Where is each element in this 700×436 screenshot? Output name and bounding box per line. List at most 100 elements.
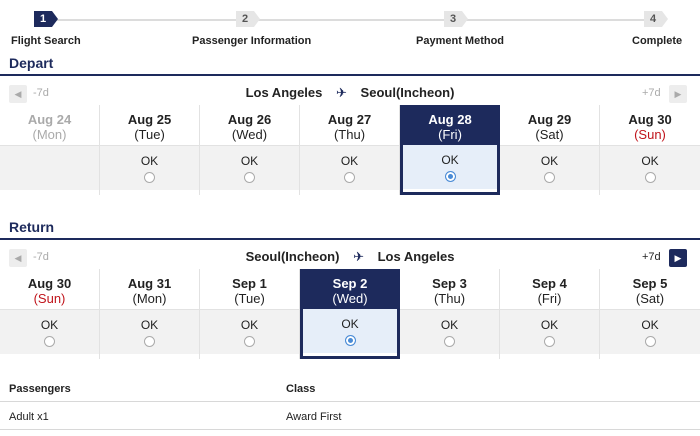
weekday-label: (Mon) (32, 127, 67, 142)
weekday-label: (Mon) (132, 291, 167, 306)
progress-steps: 1 2 3 4 Flight Search Passenger Informat… (0, 0, 700, 52)
depart-divider (0, 74, 700, 76)
date-option[interactable]: Aug 25 (Tue) OK (100, 105, 200, 195)
step-3-badge: 3 (444, 11, 468, 27)
date-radio[interactable] (444, 171, 456, 182)
availability-cell[interactable]: OK (0, 309, 99, 354)
date-option[interactable]: Sep 1 (Tue) OK (200, 269, 300, 359)
date-option[interactable]: Aug 30 (Sun) OK (600, 105, 700, 195)
date-cell: Aug 30 (Sun) (0, 269, 99, 309)
weekday-label: (Sun) (33, 291, 66, 306)
date-label: Aug 26 (227, 112, 272, 127)
chevron-right-icon: ▶ (674, 89, 682, 99)
date-label: Sep 1 (232, 276, 267, 291)
weekday-label: (Fri) (537, 291, 562, 306)
availability-cell[interactable]: OK (303, 309, 397, 353)
date-cell: Aug 27 (Thu) (300, 105, 399, 145)
return-origin: Seoul(Incheon) (245, 249, 340, 264)
availability-status: OK (40, 318, 59, 332)
availability-status: OK (140, 318, 159, 332)
availability-cell[interactable]: OK (400, 309, 499, 354)
steps-connector (43, 19, 653, 21)
date-option[interactable]: Aug 28 (Fri) OK (400, 105, 500, 195)
date-option[interactable]: Aug 26 (Wed) OK (200, 105, 300, 195)
date-label: Aug 30 (27, 276, 72, 291)
availability-status: OK (341, 317, 359, 331)
depart-next-week-label[interactable]: +7d (642, 87, 661, 99)
date-radio[interactable] (544, 172, 555, 183)
booking-summary: Passengers Class Adult x1 Award First (0, 374, 700, 430)
weekday-label: (Sun) (634, 127, 666, 142)
availability-cell[interactable]: OK (100, 309, 199, 354)
availability-cell[interactable]: OK (600, 309, 700, 354)
date-radio[interactable] (344, 335, 356, 346)
date-label: Aug 24 (27, 112, 72, 127)
date-radio[interactable] (144, 172, 155, 183)
date-option[interactable]: Aug 30 (Sun) OK (0, 269, 100, 359)
return-route: Seoul(Incheon) ✈ Los Angeles (0, 249, 700, 265)
date-option[interactable]: Sep 3 (Thu) OK (400, 269, 500, 359)
weekday-label: (Wed) (332, 291, 368, 306)
date-option[interactable]: Aug 29 (Sat) OK (500, 105, 600, 195)
plane-icon: ✈ (336, 85, 347, 100)
availability-status: OK (140, 154, 159, 168)
date-cell: Sep 1 (Tue) (200, 269, 299, 309)
date-radio[interactable] (644, 172, 656, 183)
availability-cell[interactable]: OK (200, 145, 299, 190)
date-label: Aug 25 (127, 112, 172, 127)
date-radio[interactable] (244, 336, 255, 347)
depart-next-week-button[interactable]: ▶ (669, 85, 687, 103)
date-option[interactable]: Aug 31 (Mon) OK (100, 269, 200, 359)
availability-status: OK (240, 154, 259, 168)
date-cell: Aug 25 (Tue) (100, 105, 199, 145)
depart-origin: Los Angeles (245, 85, 323, 100)
date-radio[interactable] (344, 172, 355, 183)
date-label: Sep 5 (632, 276, 668, 291)
chevron-right-icon: ▶ (674, 253, 682, 263)
return-title: Return (9, 219, 55, 235)
date-cell: Aug 31 (Mon) (100, 269, 199, 309)
availability-cell[interactable]: OK (300, 145, 399, 190)
availability-status: OK (540, 318, 559, 332)
date-radio[interactable] (144, 336, 155, 347)
weekday-label: (Tue) (134, 127, 165, 142)
return-next-week-label[interactable]: +7d (642, 251, 661, 263)
date-option[interactable]: Sep 4 (Fri) OK (500, 269, 600, 359)
availability-cell[interactable]: OK (600, 145, 700, 190)
availability-cell[interactable]: OK (100, 145, 199, 190)
step-3-label: Payment Method (416, 35, 505, 47)
availability-status: OK (441, 153, 459, 167)
date-radio[interactable] (644, 336, 656, 347)
availability-cell[interactable]: OK (500, 309, 599, 354)
date-option[interactable]: Aug 27 (Thu) OK (300, 105, 400, 195)
availability-cell[interactable]: OK (200, 309, 299, 354)
date-label: Aug 28 (428, 112, 472, 127)
date-radio[interactable] (244, 172, 255, 183)
availability-cell[interactable]: OK (500, 145, 599, 190)
passengers-header: Passengers (9, 383, 71, 395)
date-cell: Sep 5 (Sat) (600, 269, 700, 309)
summary-header-row: Passengers Class (0, 374, 700, 402)
date-radio[interactable] (44, 336, 55, 347)
weekday-label: (Fri) (438, 127, 462, 142)
return-destination: Los Angeles (377, 249, 455, 264)
date-radio[interactable] (444, 336, 455, 347)
weekday-label: (Wed) (231, 127, 268, 142)
availability-status: OK (440, 318, 459, 332)
passengers-value: Adult x1 (9, 411, 49, 423)
date-option[interactable]: Sep 5 (Sat) OK (600, 269, 700, 359)
availability-status: OK (540, 154, 559, 168)
weekday-label: (Sat) (535, 127, 564, 142)
weekday-label: (Thu) (333, 127, 366, 142)
date-label: Aug 30 (628, 112, 672, 127)
date-option[interactable]: Sep 2 (Wed) OK (300, 269, 400, 359)
date-label: Aug 31 (127, 276, 172, 291)
availability-cell[interactable]: OK (403, 145, 497, 189)
availability-cell (0, 145, 99, 190)
step-1-label: Flight Search (11, 35, 81, 47)
date-radio[interactable] (544, 336, 555, 347)
depart-route: Los Angeles ✈ Seoul(Incheon) (0, 85, 700, 101)
step-4-badge: 4 (644, 11, 668, 27)
return-next-week-button[interactable]: ▶ (669, 249, 687, 267)
date-label: Sep 4 (532, 276, 567, 291)
